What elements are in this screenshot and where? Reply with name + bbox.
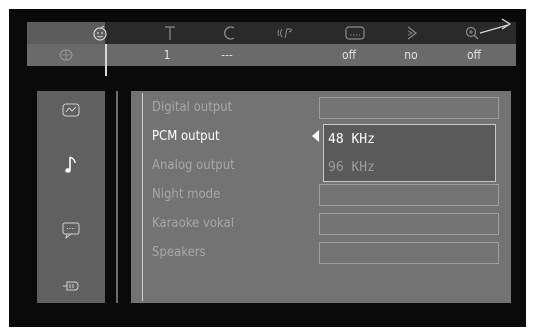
top-status-bar xyxy=(27,22,516,66)
zoom-value: off xyxy=(466,48,482,62)
setting-pcm-output[interactable]: PCM output xyxy=(152,126,220,148)
title-icon[interactable] xyxy=(155,24,185,42)
setting-karaoke-vokal[interactable]: Karaoke vokal xyxy=(152,213,234,235)
features-icon[interactable] xyxy=(37,269,105,303)
top-bar-divider xyxy=(105,44,107,76)
disc-setup-icon[interactable] xyxy=(37,93,105,127)
night-mode-value-box[interactable] xyxy=(319,184,499,206)
column-separator xyxy=(116,91,118,303)
top-value-bar xyxy=(27,44,516,76)
digital-output-value-box[interactable] xyxy=(319,97,499,119)
chapter-icon[interactable] xyxy=(214,24,244,42)
angle-value: no xyxy=(404,48,418,62)
dropdown-option-96khz[interactable]: 96 KHz xyxy=(328,157,375,179)
pcm-output-dropdown[interactable]: 48 KHz 96 KHz xyxy=(323,124,496,182)
subtitle-icon[interactable] xyxy=(340,24,370,42)
disc-icon xyxy=(51,44,81,66)
setting-digital-output[interactable]: Digital output xyxy=(152,97,232,119)
setting-analog-output[interactable]: Analog output xyxy=(152,155,235,177)
top-bar-arrow-icon xyxy=(479,15,516,39)
setting-speakers[interactable]: Speakers xyxy=(152,242,206,264)
subtitle-value: off xyxy=(341,48,357,62)
dropdown-option-48khz[interactable]: 48 KHz xyxy=(328,129,375,151)
audio-language-icon[interactable] xyxy=(271,24,301,42)
chapter-value: --- xyxy=(221,48,233,62)
title-value: 1 xyxy=(163,48,171,62)
settings-panel-divider xyxy=(142,93,143,301)
angle-icon[interactable] xyxy=(397,24,427,42)
karaoke-vokal-value-box[interactable] xyxy=(319,213,499,235)
category-column xyxy=(37,91,105,303)
selection-pointer-icon xyxy=(312,130,319,142)
language-icon[interactable] xyxy=(37,213,105,247)
smile-face-icon[interactable] xyxy=(85,24,115,42)
setting-night-mode[interactable]: Night mode xyxy=(152,184,220,206)
speakers-value-box[interactable] xyxy=(319,242,499,264)
audio-icon[interactable] xyxy=(37,148,105,182)
